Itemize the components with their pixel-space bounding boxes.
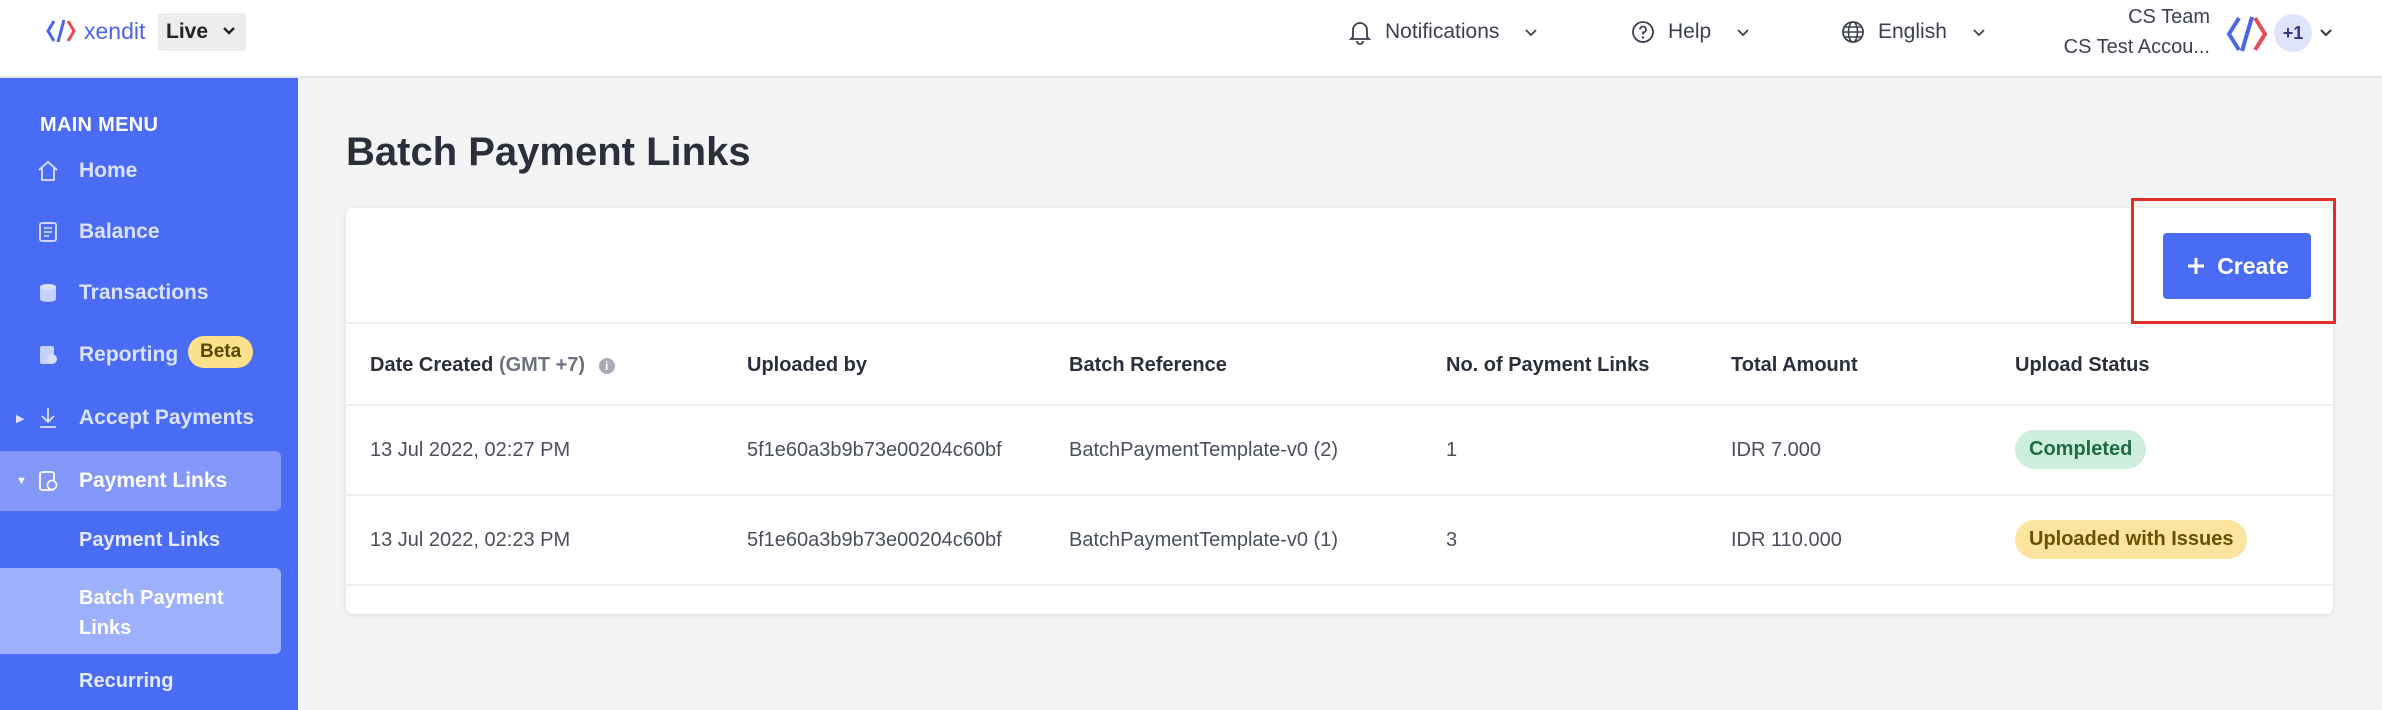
chevron-down-icon: [223, 27, 235, 35]
chevron-down-icon[interactable]: [2318, 24, 2334, 40]
payment-links-icon: [39, 471, 58, 491]
brand-name: xendit: [84, 17, 146, 44]
cell-uploaded-by: 5f1e60a3b9b73e00204c60bf: [747, 529, 1002, 551]
bell-icon: [1348, 22, 1372, 45]
sidebar-item-label: Transactions: [79, 281, 209, 304]
cell-uploaded-by: 5f1e60a3b9b73e00204c60bf: [747, 439, 1002, 461]
globe-icon: [1842, 21, 1864, 43]
transactions-icon: [40, 284, 56, 302]
sidebar-subitem-batch-payment-links[interactable]: Batch Payment Links: [0, 568, 281, 654]
beta-badge: Beta: [188, 336, 254, 368]
chevron-down-icon: [1737, 29, 1749, 37]
info-icon[interactable]: i: [598, 357, 615, 374]
sidebar-subitem-recurring[interactable]: Recurring: [79, 670, 173, 693]
sidebar-item-accept-payments[interactable]: ▶ Accept Payments: [0, 398, 298, 438]
card-toolbar: Create: [346, 208, 2333, 324]
column-total-amount: Total Amount: [1731, 354, 1858, 376]
caret-right-icon: ▶: [16, 412, 25, 425]
cell-total-amount: IDR 7.000: [1731, 439, 1822, 461]
top-bar: xendit Live Notifications Help English C…: [0, 0, 2382, 78]
sidebar-item-payment-links[interactable]: ▼ Payment Links: [0, 451, 281, 511]
column-upload-status: Upload Status: [2015, 354, 2150, 376]
help-icon: [1632, 21, 1654, 43]
sidebar-item-label: Balance: [79, 220, 160, 243]
sidebar-item-label: Home: [79, 159, 138, 182]
cell-batch-reference: BatchPaymentTemplate-v0 (2): [1069, 439, 1339, 461]
column-date-created[interactable]: Date Created (GMT +7) i: [370, 354, 615, 377]
help-menu[interactable]: Help: [1630, 14, 1751, 50]
batch-links-card: Create Date Created (GMT +7) i Uploaded …: [346, 208, 2333, 614]
page-title: Batch Payment Links: [346, 130, 751, 174]
sidebar-item-home[interactable]: Home: [0, 151, 298, 191]
help-label: Help: [1668, 20, 1712, 43]
cell-link-count: 1: [1446, 439, 1458, 461]
status-badge: Uploaded with Issues: [2015, 520, 2248, 559]
sidebar-subitem-label: Batch Payment: [79, 587, 224, 609]
sidebar: MAIN MENU Home Balance Transactions Repo…: [0, 78, 298, 710]
sidebar-subitem-payment-links[interactable]: Payment Links: [79, 529, 220, 552]
language-label: English: [1878, 20, 1947, 43]
home-icon: [38, 160, 58, 181]
language-menu[interactable]: English: [1840, 14, 1987, 50]
sidebar-item-label: Reporting: [79, 343, 179, 366]
sidebar-item-balance[interactable]: Balance: [0, 212, 298, 252]
create-button-highlight: [2131, 198, 2336, 324]
cell-total-amount: IDR 110.000: [1731, 529, 1842, 551]
sidebar-subitem-label-line2: Links: [79, 617, 132, 639]
xendit-logo-icon: [46, 19, 76, 43]
accept-payments-icon: [40, 408, 56, 428]
chevron-down-icon: [1525, 29, 1538, 37]
caret-down-icon: ▼: [16, 475, 27, 487]
xendit-logo[interactable]: xendit: [46, 16, 145, 46]
account-subtitle: CS Test Accou...: [2063, 36, 2210, 58]
balance-icon: [39, 222, 57, 242]
column-payment-link-count: No. of Payment Links: [1446, 354, 1650, 376]
table-header: Date Created (GMT +7) i Uploaded by Batc…: [346, 324, 2333, 406]
cell-batch-reference: BatchPaymentTemplate-v0 (1): [1069, 529, 1339, 551]
column-batch-reference: Batch Reference: [1069, 354, 1227, 376]
status-badge: Completed: [2015, 430, 2147, 469]
cell-date: 13 Jul 2022, 02:27 PM: [370, 439, 571, 461]
sidebar-item-label: Payment Links: [79, 469, 228, 492]
cell-date: 13 Jul 2022, 02:23 PM: [370, 529, 571, 551]
sidebar-item-label: Accept Payments: [79, 406, 255, 429]
table-row[interactable]: 13 Jul 2022, 02:27 PM 5f1e60a3b9b73e0020…: [346, 406, 2333, 496]
notifications-menu[interactable]: Notifications: [1347, 14, 1539, 50]
cell-link-count: 3: [1446, 529, 1458, 551]
main-menu-title: MAIN MENU: [40, 114, 159, 136]
account-name: CS Team: [2128, 6, 2210, 28]
chevron-down-icon: [1973, 29, 1985, 37]
account-logo-icon[interactable]: [2225, 12, 2269, 56]
column-uploaded-by: Uploaded by: [747, 354, 868, 376]
extra-accounts-badge[interactable]: +1: [2274, 14, 2312, 52]
table-row[interactable]: 13 Jul 2022, 02:23 PM 5f1e60a3b9b73e0020…: [346, 496, 2333, 586]
environment-select[interactable]: Live: [158, 13, 246, 51]
sidebar-item-transactions[interactable]: Transactions: [0, 273, 298, 313]
sidebar-item-reporting[interactable]: Reporting Beta: [0, 335, 298, 375]
account-switcher[interactable]: CS Team CS Test Accou...: [2010, 2, 2210, 62]
reporting-icon: [40, 346, 57, 364]
notifications-label: Notifications: [1385, 20, 1500, 43]
environment-value: Live: [166, 20, 209, 43]
